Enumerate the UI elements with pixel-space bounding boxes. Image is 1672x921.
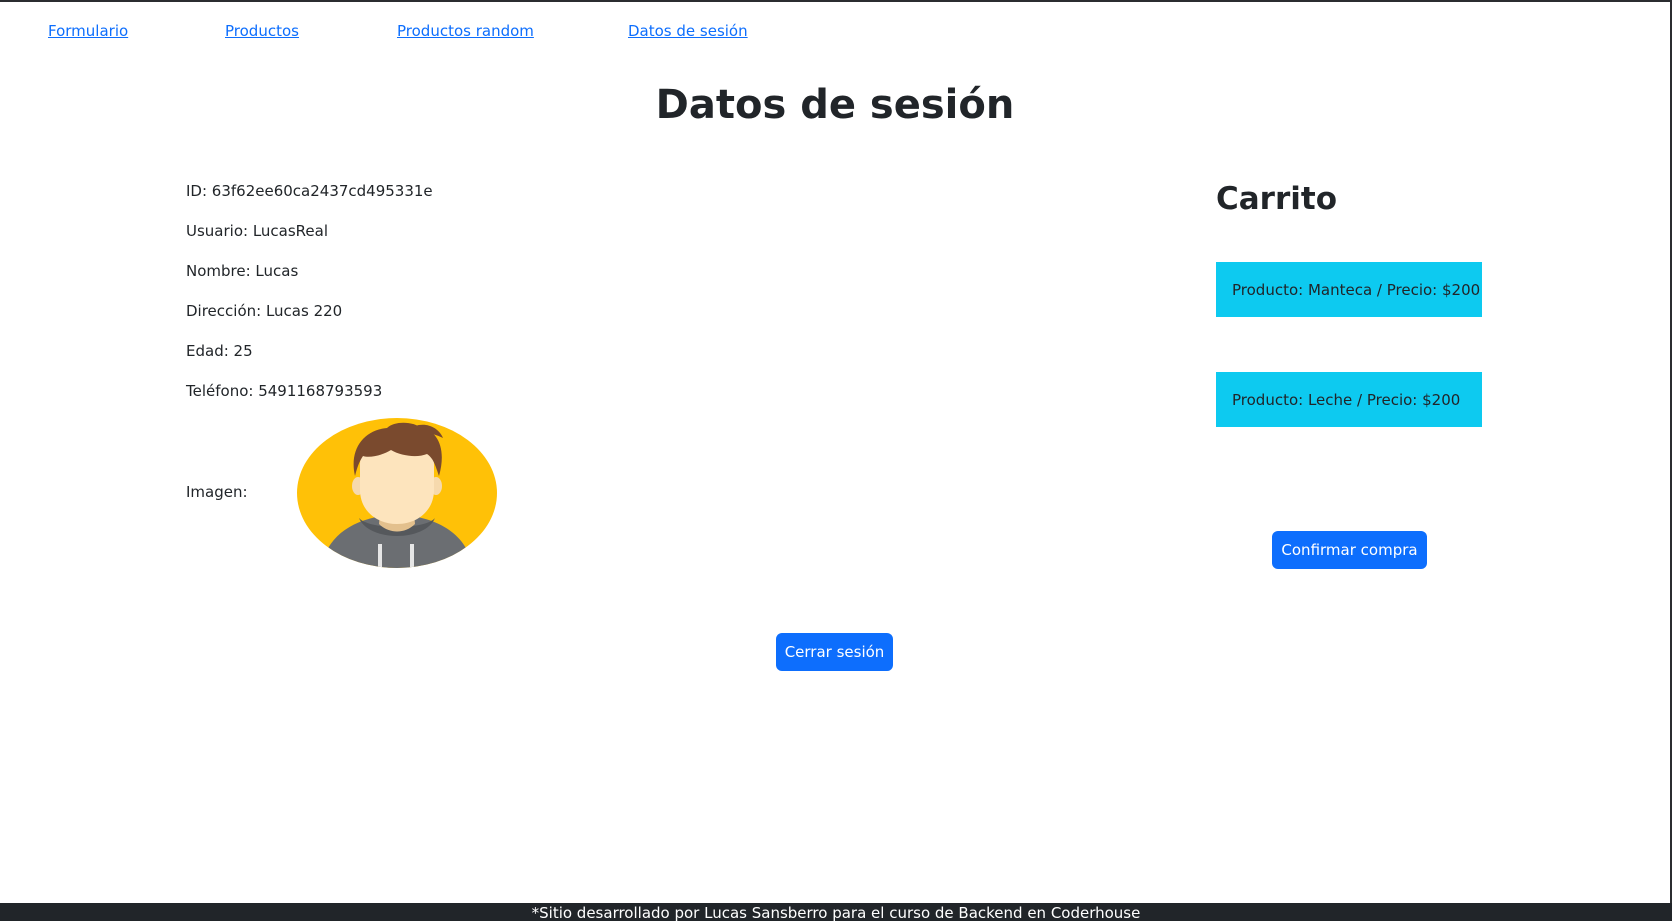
user-address: Dirección: Lucas 220 [186,302,343,320]
cart-item: Producto: Manteca / Precio: $200 [1216,262,1482,317]
cart-item: Producto: Leche / Precio: $200 [1216,372,1482,427]
nav-link-productos-random[interactable]: Productos random [397,22,534,40]
user-id: ID: 63f62ee60ca2437cd495331e [186,182,433,200]
nav-link-datos-de-sesion[interactable]: Datos de sesión [628,22,748,40]
user-username: Usuario: LucasReal [186,222,329,240]
confirm-purchase-button[interactable]: Confirmar compra [1272,531,1427,569]
cart-title: Carrito [1216,181,1337,217]
user-phone: Teléfono: 5491168793593 [186,382,383,400]
user-name: Nombre: Lucas [186,262,299,280]
user-avatar-icon [297,418,497,568]
nav-link-productos[interactable]: Productos [225,22,299,40]
user-image-label: Imagen: [186,483,248,501]
user-age: Edad: 25 [186,342,253,360]
logout-button[interactable]: Cerrar sesión [776,633,893,671]
footer: *Sitio desarrollado por Lucas Sansberro … [0,903,1672,921]
page: Formulario Productos Productos random Da… [0,2,1670,903]
page-title: Datos de sesión [655,82,1015,128]
nav-link-formulario[interactable]: Formulario [48,22,128,40]
